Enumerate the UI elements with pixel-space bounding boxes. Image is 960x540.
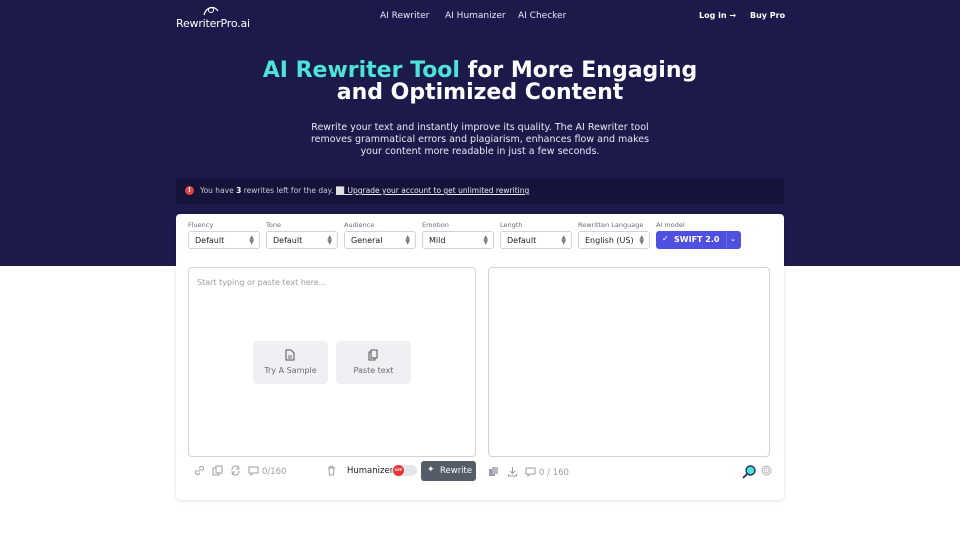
document-icon: [285, 349, 295, 361]
option-length: Length Default ▲ ▼: [500, 221, 572, 249]
refresh-icon[interactable]: [230, 465, 241, 476]
select-arrows-icon: ▲ ▼: [639, 234, 644, 246]
option-language: Rewritten Language English (US) ▲ ▼: [578, 221, 650, 249]
word-count-icon: [525, 467, 536, 477]
buy-pro-link[interactable]: Buy Pro: [750, 11, 785, 20]
notice-suffix: rewrites left for the day.: [241, 186, 334, 195]
input-placeholder: Start typing or paste text here...: [197, 278, 327, 287]
ai-model-button[interactable]: ✓ SWIFT 2.0 ⌄: [656, 231, 741, 249]
magnifier-check-icon[interactable]: [742, 464, 757, 479]
option-label: Length: [500, 221, 523, 229]
word-count-icon: [248, 466, 259, 476]
rewrite-label: Rewrite: [440, 466, 473, 476]
logo-icon: [203, 6, 219, 16]
link-icon[interactable]: [194, 465, 205, 476]
title-line2: and Optimized Content: [336, 80, 624, 105]
sparkle-icon: ✦: [427, 465, 435, 475]
nav-ai-checker[interactable]: AI Checker: [518, 11, 566, 21]
length-select[interactable]: Default ▲ ▼: [500, 231, 572, 249]
language-select[interactable]: English (US) ▲ ▼: [578, 231, 650, 249]
option-label: AI model: [656, 221, 685, 229]
download-icon[interactable]: [507, 466, 518, 477]
select-arrows-icon: ▲ ▼: [483, 234, 488, 246]
divider: [726, 231, 727, 249]
input-textarea[interactable]: Start typing or paste text here... Try A…: [188, 267, 476, 457]
copy-output-icon[interactable]: [488, 466, 499, 477]
paste-text-button[interactable]: Paste text: [336, 341, 411, 384]
option-emotion: Emotion Mild ▲ ▼: [422, 221, 494, 249]
rewrites-notice: ! You have 3 rewrites left for the day. …: [176, 178, 784, 204]
login-link[interactable]: Log in →: [699, 11, 736, 20]
copy-icon[interactable]: [212, 465, 223, 476]
try-sample-button[interactable]: Try A Sample: [253, 341, 328, 384]
select-arrows-icon: ▲ ▼: [561, 234, 566, 246]
page-subtitle: Rewrite your text and instantly improve …: [310, 122, 650, 157]
select-value: Default: [273, 236, 303, 245]
option-label: Fluency: [188, 221, 214, 229]
select-value: English (US): [585, 236, 634, 245]
audience-select[interactable]: General ▲ ▼: [344, 231, 416, 249]
select-value: General: [351, 236, 383, 245]
notice-prefix: You have: [200, 186, 237, 195]
nav-ai-humanizer[interactable]: AI Humanizer: [445, 11, 506, 21]
humanizer-toggle[interactable]: OFF: [392, 465, 417, 476]
chevron-down-icon[interactable]: ⌄: [730, 235, 736, 243]
notice-text: You have 3 rewrites left for the day. ⬜ …: [200, 186, 529, 195]
page-title: AI Rewriter Tool for More Engaging and O…: [0, 60, 960, 104]
clipboard-icon: [368, 349, 378, 361]
trash-icon[interactable]: [326, 465, 337, 476]
output-textarea[interactable]: [488, 267, 770, 457]
fluency-select[interactable]: Default ▲ ▼: [188, 231, 260, 249]
paste-text-label: Paste text: [353, 366, 394, 375]
logo[interactable]: RewriterPro.ai: [176, 5, 250, 30]
select-value: Mild: [429, 236, 446, 245]
toggle-state: OFF: [393, 465, 404, 476]
select-value: Default: [195, 236, 225, 245]
option-label: Rewritten Language: [578, 221, 644, 229]
rewrite-button[interactable]: ✦ Rewrite: [421, 461, 476, 481]
option-label: Emotion: [422, 221, 449, 229]
fingerprint-icon[interactable]: [761, 465, 772, 476]
select-arrows-icon: ▲ ▼: [249, 234, 254, 246]
option-ai-model: AI model ✓ SWIFT 2.0 ⌄: [656, 221, 741, 249]
input-word-count: 0/160: [262, 467, 287, 477]
nav-ai-rewriter[interactable]: AI Rewriter: [380, 11, 429, 21]
option-tone: Tone Default ▲ ▼: [266, 221, 338, 249]
option-fluency: Fluency Default ▲ ▼: [188, 221, 260, 249]
select-value: Default: [507, 236, 537, 245]
try-sample-label: Try A Sample: [264, 366, 317, 375]
select-arrows-icon: ▲ ▼: [327, 234, 332, 246]
humanizer-label: Humanizer:: [347, 466, 396, 476]
output-word-count: 0 / 160: [539, 468, 569, 478]
option-label: Audience: [344, 221, 375, 229]
rewriter-card: Fluency Default ▲ ▼ Tone Default ▲ ▼ Audienc…: [176, 214, 784, 500]
option-audience: Audience General ▲ ▼: [344, 221, 416, 249]
top-nav: RewriterPro.ai AI Rewriter AI Humanizer …: [0, 0, 960, 34]
check-icon: ✓: [662, 234, 669, 243]
model-value: SWIFT 2.0: [674, 235, 720, 244]
tone-select[interactable]: Default ▲ ▼: [266, 231, 338, 249]
option-label: Tone: [266, 221, 281, 229]
select-arrows-icon: ▲ ▼: [405, 234, 410, 246]
logo-text: RewriterPro.ai: [176, 17, 250, 30]
emotion-select[interactable]: Mild ▲ ▼: [422, 231, 494, 249]
alert-icon: !: [185, 186, 194, 195]
upgrade-link[interactable]: ⬜ Upgrade your account to get unlimited …: [336, 186, 529, 195]
